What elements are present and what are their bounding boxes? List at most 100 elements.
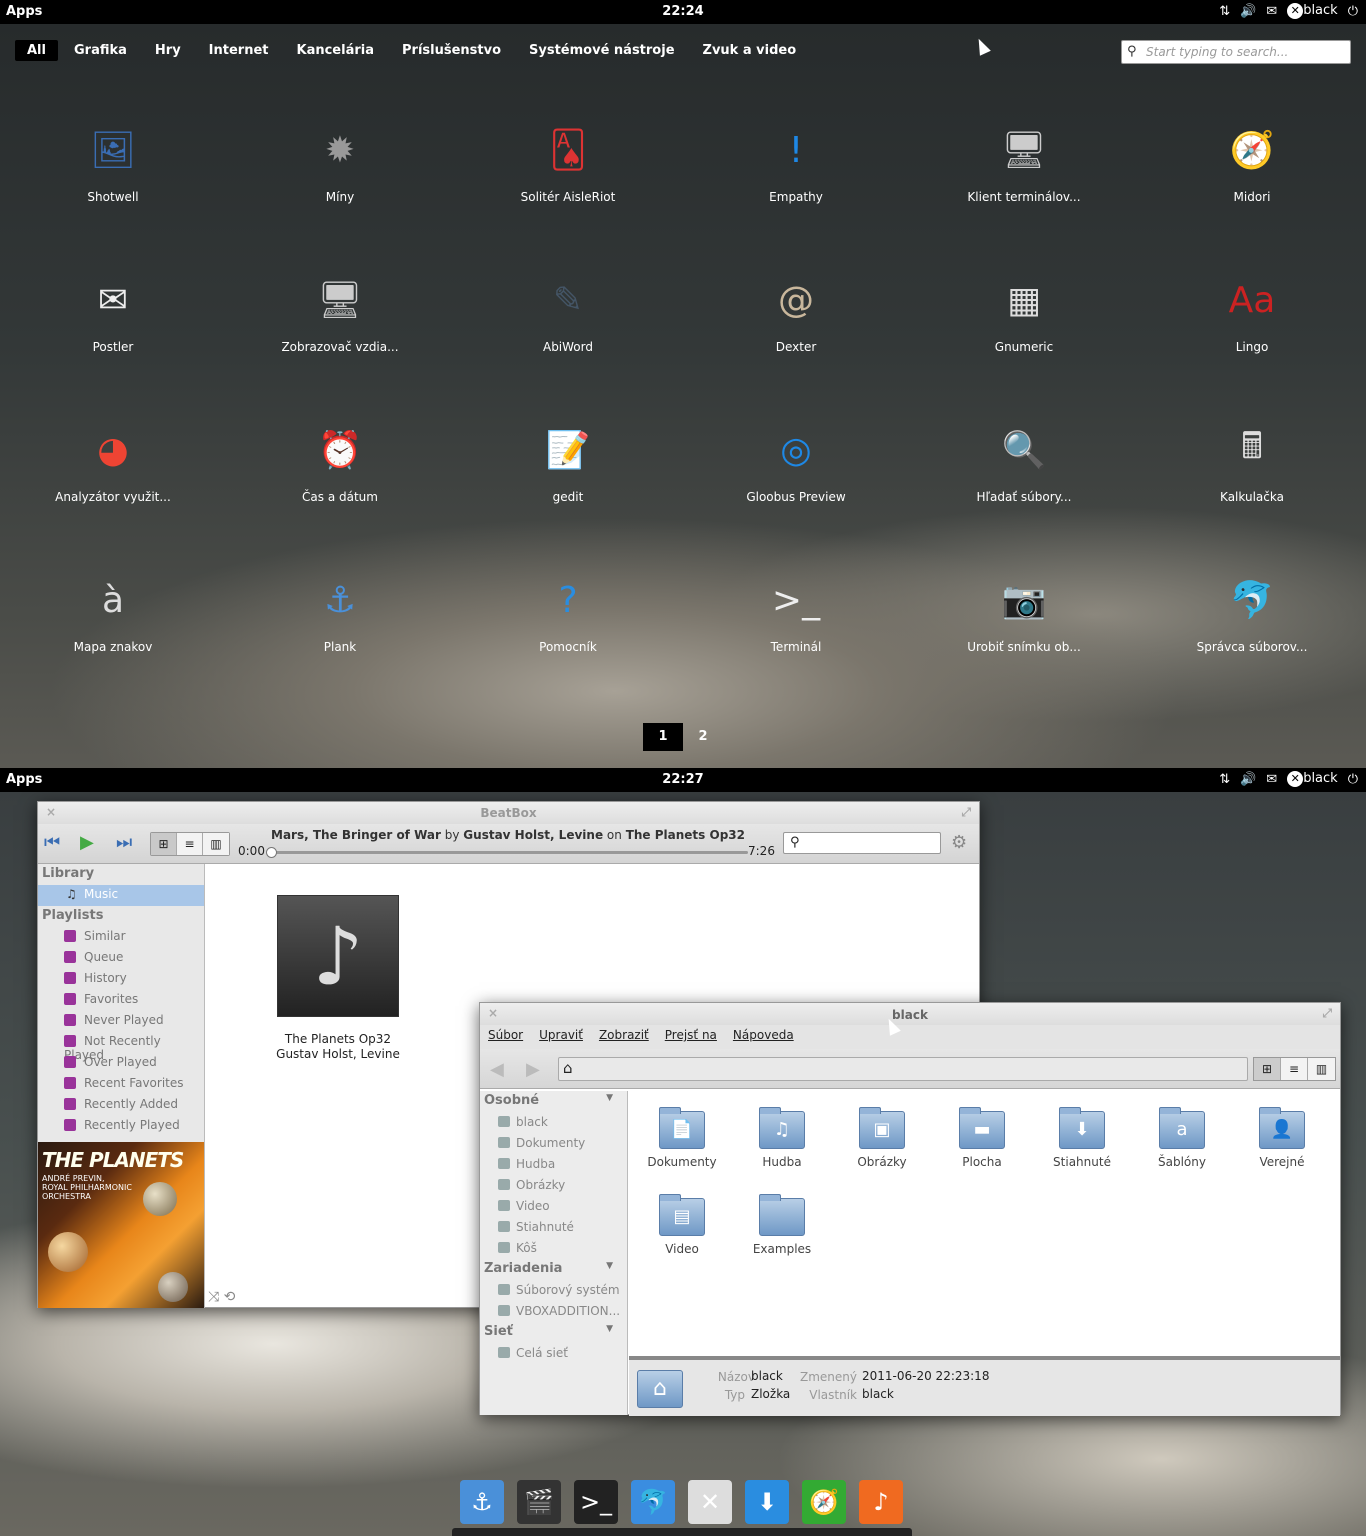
list-view-icon[interactable]: ≡	[177, 833, 203, 855]
user-menu[interactable]: ✕ black	[1287, 3, 1338, 19]
tab-3[interactable]: Internet	[197, 40, 281, 61]
clock[interactable]: 22:27	[0, 772, 1366, 787]
places-item[interactable]: Dokumenty	[480, 1133, 627, 1154]
file-manager-icon[interactable]: 🐬	[631, 1480, 675, 1524]
collapse-triangle-icon[interactable]: ▼	[606, 1093, 613, 1103]
tab-7[interactable]: Zvuk a video	[691, 40, 809, 61]
app-launcher-item[interactable]: 🂡 Solitér AisleRiot	[458, 118, 678, 205]
app-launcher-item[interactable]: 🧭 Midori	[1142, 118, 1362, 204]
clapperboard-icon[interactable]: 🎬	[517, 1480, 561, 1524]
power-icon[interactable]: ⏻	[1348, 4, 1358, 19]
sidebar-item-playlist[interactable]: Over Played	[38, 1053, 204, 1074]
user-menu[interactable]: ✕ black	[1287, 771, 1338, 787]
seek-handle[interactable]	[266, 847, 277, 858]
places-item[interactable]: VBOXADDITION...	[480, 1301, 627, 1322]
page-button-2[interactable]: 2	[683, 723, 723, 751]
music-note-icon[interactable]: ♪	[859, 1480, 903, 1524]
mail-icon[interactable]: ✉	[1266, 4, 1277, 19]
forward-icon[interactable]: ▶	[526, 1059, 540, 1080]
compass-icon[interactable]: 🧭	[802, 1480, 846, 1524]
places-section-header[interactable]: Zariadenia ▼	[480, 1259, 627, 1280]
tab-2[interactable]: Hry	[143, 40, 193, 61]
launcher-search-input[interactable]: ⚲ Start typing to search...	[1121, 40, 1351, 64]
app-launcher-item[interactable]: 🔍 Hľadať súbory...	[914, 418, 1134, 504]
app-launcher-item[interactable]: ▦ Gnumeric	[914, 268, 1134, 355]
app-launcher-item[interactable]: ◎ Gloobus Preview	[686, 418, 906, 505]
maximize-icon[interactable]: ⤢	[1322, 1006, 1332, 1021]
places-item[interactable]: Hudba	[480, 1154, 627, 1175]
collapse-triangle-icon[interactable]: ▼	[606, 1324, 613, 1334]
places-section-header[interactable]: Osobné ▼	[480, 1091, 627, 1112]
folder-item[interactable]: a Šablóny	[1132, 1107, 1232, 1169]
places-item[interactable]: Video	[480, 1196, 627, 1217]
clock[interactable]: 22:24	[0, 4, 1366, 19]
places-item[interactable]: Celá sieť	[480, 1343, 627, 1364]
app-launcher-item[interactable]: ⏰ Čas a dátum	[230, 418, 450, 504]
sidebar-item-playlist[interactable]: Not Recently Played	[38, 1032, 204, 1062]
tab-1[interactable]: Grafika	[62, 40, 139, 61]
music-search-input[interactable]: ⚲	[783, 832, 941, 854]
menu-item[interactable]: Nápoveda	[733, 1028, 794, 1046]
power-icon[interactable]: ⏻	[1348, 772, 1358, 787]
column-view-icon[interactable]: ▥	[203, 833, 229, 855]
places-item[interactable]: Stiahnuté	[480, 1217, 627, 1238]
sidebar-item-playlist[interactable]: Favorites	[38, 990, 204, 1011]
app-launcher-item[interactable]: 🖼 Shotwell	[3, 118, 223, 204]
app-launcher-item[interactable]: Aa Lingo	[1142, 268, 1362, 355]
folder-item[interactable]: ♫ Hudba	[732, 1107, 832, 1169]
folder-item[interactable]: ▣ Obrázky	[832, 1107, 932, 1169]
list-view-icon[interactable]: ≡	[1281, 1058, 1308, 1080]
tab-4[interactable]: Kancelária	[285, 40, 387, 61]
sidebar-item-playlist[interactable]: Never Played	[38, 1011, 204, 1032]
sidebar-item-playlist[interactable]: Queue	[38, 948, 204, 969]
location-bar[interactable]: ⌂	[558, 1057, 1248, 1081]
places-item[interactable]: black	[480, 1112, 627, 1133]
app-launcher-item[interactable]: ⚓ Plank	[230, 568, 450, 655]
play-icon[interactable]: ▶	[80, 832, 94, 853]
page-button-1[interactable]: 1	[643, 723, 683, 751]
grid-view-icon[interactable]: ⊞	[151, 833, 177, 855]
album-label[interactable]: The Planets Op32 Gustav Holst, Levine	[245, 1032, 431, 1062]
network-icon[interactable]: ⇅	[1219, 4, 1230, 19]
folder-item[interactable]: Examples	[732, 1194, 832, 1256]
home-icon[interactable]: ⌂	[563, 1059, 573, 1077]
app-launcher-item[interactable]: ✉ Postler	[3, 268, 223, 355]
window-titlebar[interactable]: × black ⤢	[480, 1003, 1340, 1025]
tab-6[interactable]: Systémové nástroje	[517, 40, 687, 61]
app-launcher-item[interactable]: ✎ AbiWord	[458, 268, 678, 355]
column-view-icon[interactable]: ▥	[1308, 1058, 1335, 1080]
download-icon[interactable]: ⬇	[745, 1480, 789, 1524]
folder-item[interactable]: 👤 Verejné	[1232, 1107, 1332, 1169]
places-item[interactable]: Súborový systém	[480, 1280, 627, 1301]
app-launcher-item[interactable]: ◕ Analyzátor využit...	[3, 418, 223, 505]
menu-item[interactable]: Upraviť	[539, 1028, 583, 1046]
app-launcher-item[interactable]: ! Empathy	[686, 118, 906, 205]
menu-item[interactable]: Zobraziť	[599, 1028, 649, 1046]
maximize-icon[interactable]: ⤢	[961, 805, 971, 820]
back-icon[interactable]: ◀	[490, 1059, 504, 1080]
app-launcher-item[interactable]: ? Pomocník	[458, 568, 678, 655]
folder-item[interactable]: ▤ Video	[632, 1194, 732, 1256]
network-icon[interactable]: ⇅	[1219, 772, 1230, 787]
shuffle-icon[interactable]: ⤨ ⟲	[208, 1289, 235, 1305]
app-launcher-item[interactable]: 🖥 Zobrazovač vzdia...	[230, 268, 450, 354]
previous-icon[interactable]: ⏮	[44, 832, 60, 853]
folder-item[interactable]: ▬ Plocha	[932, 1107, 1032, 1169]
gear-icon[interactable]: ⚙	[951, 832, 967, 853]
terminal-icon[interactable]: >_	[574, 1480, 618, 1524]
window-titlebar[interactable]: × BeatBox ⤢	[38, 802, 979, 824]
folder-item[interactable]: 📄 Dokumenty	[632, 1107, 732, 1169]
close-icon[interactable]: ×	[488, 1006, 498, 1020]
album-thumbnail[interactable]: ♪	[277, 895, 399, 1017]
app-launcher-item[interactable]: 🖥 Klient terminálov...	[914, 118, 1134, 204]
next-icon[interactable]: ⏭	[116, 832, 132, 853]
sidebar-item-playlist[interactable]: Similar	[38, 927, 204, 948]
app-launcher-item[interactable]: à Mapa znakov	[3, 568, 223, 655]
app-launcher-item[interactable]: 🐬 Správca súborov...	[1142, 568, 1362, 654]
places-item[interactable]: Obrázky	[480, 1175, 627, 1196]
app-launcher-item[interactable]: 📝 gedit	[458, 418, 678, 504]
sidebar-item-playlist[interactable]: History	[38, 969, 204, 990]
places-section-header[interactable]: Sieť ▼	[480, 1322, 627, 1343]
close-icon[interactable]: ×	[46, 805, 56, 819]
menu-item[interactable]: Súbor	[488, 1028, 523, 1046]
